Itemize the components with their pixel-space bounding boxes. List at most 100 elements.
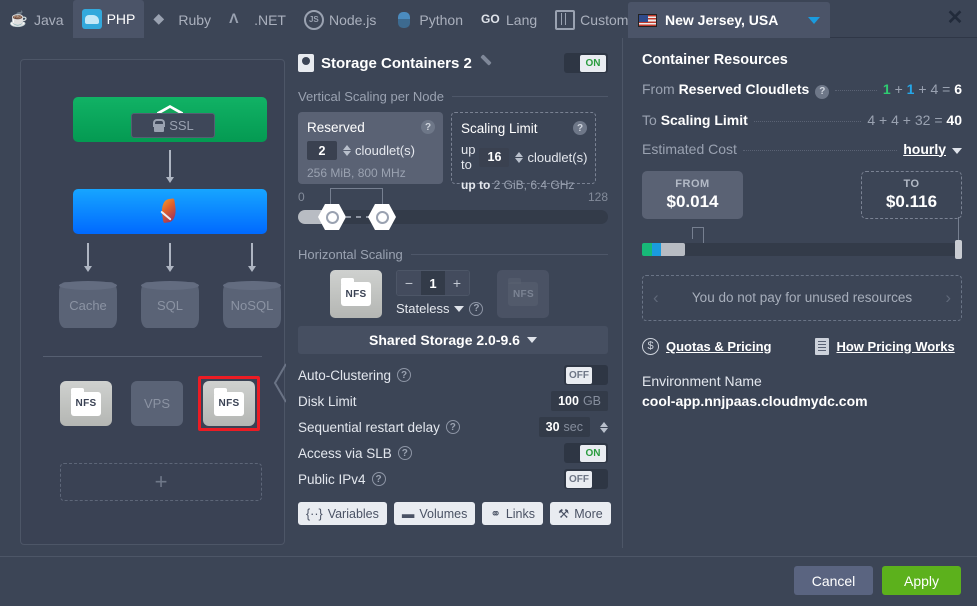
node-cache[interactable]: Cache [59,281,117,328]
hs-node-current[interactable]: NFS [330,270,382,318]
quotas-pricing-link[interactable]: $ Quotas & Pricing [642,337,771,355]
price-range-slider[interactable] [642,216,962,261]
hs-node-ghost[interactable]: NFS [497,270,550,318]
help-icon[interactable]: ? [371,472,386,486]
estimated-cost-label: Estimated Cost [642,140,737,157]
option-label: Disk Limit [298,393,357,409]
pencil-icon[interactable] [479,57,492,70]
scaling-limit-stepper[interactable] [515,151,524,163]
scaling-limit-prefix: up to [461,142,476,172]
help-icon[interactable]: ? [397,446,412,460]
region-selector-tab[interactable]: New Jersey, USA [628,2,830,38]
tab-custom[interactable]: Custom [546,2,637,38]
topology-divider [43,356,262,357]
public-ipv4-toggle[interactable]: OFF [564,469,608,489]
access-slb-toggle[interactable]: ON [564,443,608,463]
option-public-ipv4: Public IPv4 ? OFF [298,466,608,492]
tab-ruby[interactable]: Ruby [144,2,220,38]
scaling-mode-dropdown[interactable]: Stateless ? [396,301,484,316]
to-scaling-limit-label: To Scaling Limit [642,112,748,128]
restart-delay-stepper[interactable] [600,421,608,433]
links-button[interactable]: ⚭ Links [482,502,543,525]
header-rule [830,37,977,38]
language-tab-bar: Java PHP Ruby .NET Node.js Python Lang C… [0,0,628,38]
shared-storage-dropdown[interactable]: Shared Storage 2.0-9.6 [298,326,608,354]
reserved-input[interactable]: 2 [307,141,337,160]
chevron-down-icon[interactable] [952,147,962,154]
power-toggle[interactable]: ON [564,53,608,73]
from-reserved-row: From Reserved Cloudlets ? 1 + 1 + 4 = 6 [642,81,962,99]
us-flag-icon [638,13,657,27]
node-apache[interactable] [73,189,267,234]
more-button[interactable]: ⚒ More [550,502,611,525]
restart-delay-unit: sec [563,420,583,434]
slider-handle-reserved[interactable] [318,204,346,230]
variables-button[interactable]: {··} Variables [298,502,387,525]
tab-go[interactable]: Lang [472,2,546,38]
help-icon[interactable]: ? [573,121,587,135]
environment-name-block: Environment Name cool-app.nnjpaas.cloudm… [642,373,962,409]
help-icon[interactable]: ? [815,84,830,99]
selection-highlight [198,376,260,431]
auto-clustering-toggle[interactable]: OFF [564,365,608,385]
node-nfs-1[interactable]: NFS [60,381,112,426]
apply-button[interactable]: Apply [882,566,961,595]
scaling-limit-box[interactable]: Scaling Limit ? up to 16 cloudlet(s) up … [451,112,596,192]
node-count-stepper[interactable]: − 1 + [396,270,470,296]
price-handle-from[interactable] [661,242,685,256]
scaling-limit-input[interactable]: 16 [479,147,510,167]
settings-title-row: Storage Containers 2 ON [298,50,608,76]
cost-to-amount: $0.116 [885,191,938,211]
vertical-scaling-header: Vertical Scaling per Node [298,89,608,104]
tab-php[interactable]: PHP [72,0,145,38]
section-label: Vertical Scaling per Node [298,89,444,104]
dotnet-icon [229,10,249,30]
help-icon[interactable]: ? [469,301,484,316]
link-label[interactable]: How Pricing Works [836,339,954,354]
restart-delay-field[interactable]: 30 sec [538,417,590,437]
reserved-stepper[interactable] [343,145,351,156]
price-handle-to[interactable] [955,239,962,259]
ssl-badge[interactable]: SSL [131,113,215,138]
node-label: Cache [69,297,107,313]
reserved-title: Reserved [307,120,365,135]
from-reserved-label: From Reserved Cloudlets [642,81,809,97]
help-icon[interactable]: ? [445,420,460,434]
disk-limit-value: 100 [558,394,579,408]
cancel-button[interactable]: Cancel [794,566,873,595]
section-rule [410,254,608,255]
disk-limit-field[interactable]: 100 GB [551,391,608,411]
ruby-icon [153,10,173,30]
tab-label: PHP [106,11,136,27]
carousel-prev-icon[interactable]: ‹ [653,288,659,308]
option-access-slb: Access via SLB ? ON [298,440,608,466]
increment-button[interactable]: + [445,271,469,295]
reserved-box[interactable]: Reserved ? 2 cloudlet(s) 256 MiB, 800 MH… [298,112,443,184]
node-vps[interactable]: VPS [131,381,183,426]
decrement-button[interactable]: − [397,271,421,295]
add-node-button[interactable]: + [60,463,262,501]
how-pricing-works-link[interactable]: How Pricing Works [815,337,955,355]
tab-python[interactable]: Python [385,2,472,38]
close-icon[interactable]: ✕ [945,8,965,28]
node-sql[interactable]: SQL [141,281,199,328]
ssl-label: SSL [169,118,194,133]
volumes-button[interactable]: ▬ Volumes [393,502,476,525]
slider-handle-limit[interactable] [368,204,396,230]
help-icon[interactable]: ? [421,120,435,134]
vertical-scaling-boxes: Reserved ? 2 cloudlet(s) 256 MiB, 800 MH… [298,112,608,192]
tab-java[interactable]: Java [0,2,73,38]
chevron-down-icon[interactable] [808,16,820,24]
help-icon[interactable]: ? [397,368,412,382]
node-nosql[interactable]: NoSQL [223,281,281,328]
panel-collapse-handle[interactable] [272,358,286,404]
val-total: 40 [946,111,962,128]
tab-dotnet[interactable]: .NET [220,2,295,38]
cloudlet-slider[interactable]: 0 128 [298,188,608,234]
slider-min: 0 [298,190,305,204]
billing-period-dropdown[interactable]: hourly [903,141,946,157]
carousel-next-icon[interactable]: › [945,288,951,308]
node-count-value[interactable]: 1 [421,271,445,295]
tab-nodejs[interactable]: Node.js [295,2,385,38]
link-label[interactable]: Quotas & Pricing [666,339,771,354]
